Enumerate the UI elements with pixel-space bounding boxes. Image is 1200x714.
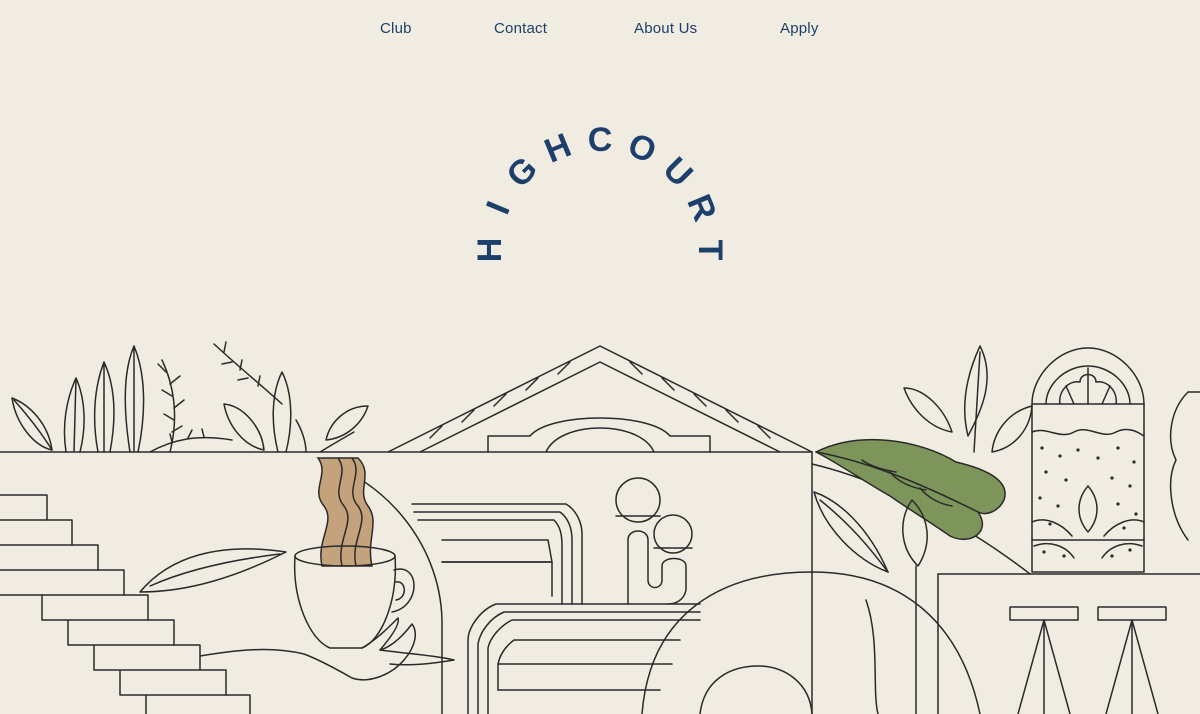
sofa-icon (467, 603, 701, 714)
plant-icon (11, 345, 145, 453)
arch-icon (641, 571, 981, 714)
lounge-illustration (0, 341, 1200, 714)
hand-icon (199, 617, 417, 681)
steam-icon (316, 457, 374, 567)
staircase-icon (0, 494, 251, 714)
sculpture-icon (615, 477, 693, 605)
bar-stool-icon (1009, 606, 1079, 714)
sofa-icon (411, 503, 583, 605)
plant-icon (223, 371, 369, 453)
building-icon (811, 451, 1200, 714)
terrarium-dots (1038, 446, 1138, 558)
temple-icon (387, 345, 813, 453)
leaf-icon (815, 438, 1006, 541)
fern-icon (149, 341, 283, 453)
arched-window-icon (1031, 347, 1145, 573)
bar-stool-icon (1097, 606, 1167, 714)
